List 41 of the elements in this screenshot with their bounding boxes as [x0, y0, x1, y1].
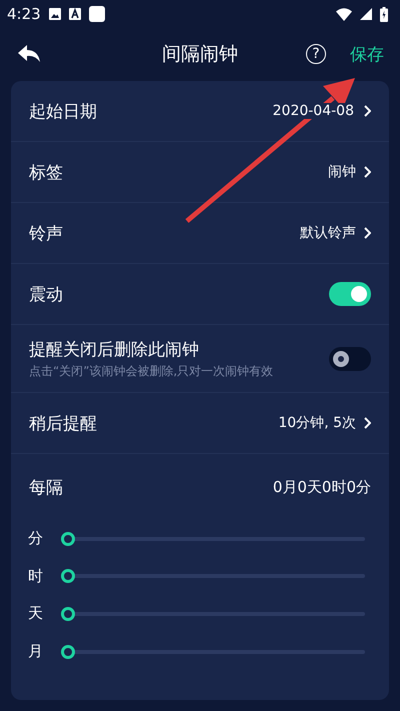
signal-icon [360, 8, 372, 20]
screen-title: 间隔闹钟 [162, 42, 238, 67]
font-icon [68, 8, 81, 20]
interval-label: 每隔 [29, 476, 63, 498]
toggle-switch[interactable] [329, 282, 371, 306]
toggle-switch[interactable] [329, 346, 371, 370]
slider[interactable] [61, 569, 365, 584]
slider-label: 月 [28, 642, 44, 662]
help-button[interactable]: ? [306, 44, 326, 64]
setting-value[interactable]: 10分钟, 5次 [278, 414, 356, 432]
setting-label: 提醒关闭后删除此闹钟 [29, 338, 200, 360]
setting-value[interactable]: 2020-04-08 [270, 103, 356, 119]
save-button[interactable]: 保存 [350, 42, 384, 66]
status-time: 4:23 [7, 5, 41, 23]
chevron-icon [364, 227, 371, 239]
setting-label: 稍后提醒 [29, 412, 98, 434]
setting-label: 铃声 [29, 222, 64, 244]
setting-label: 起始日期 [29, 100, 98, 122]
slider-label: 分 [28, 529, 44, 548]
battery-icon [380, 6, 388, 22]
chevron-icon [364, 166, 371, 178]
chevron-icon [364, 105, 371, 117]
chevron-icon [364, 417, 371, 429]
slider[interactable] [61, 644, 365, 659]
interval-value: 0月0天0时0分 [272, 478, 371, 496]
slider-thumb[interactable] [61, 569, 75, 584]
slider-label: 时 [28, 566, 44, 586]
image-icon [48, 8, 61, 20]
slider-label: 天 [28, 604, 44, 624]
slider-thumb[interactable] [61, 606, 75, 621]
slider[interactable] [61, 606, 365, 621]
wifi-icon [336, 8, 352, 20]
setting-value[interactable]: 默认铃声 [300, 224, 356, 242]
setting-label: 震动 [29, 284, 64, 306]
setting-value[interactable]: 闹钟 [328, 163, 356, 181]
notification-icon [88, 6, 105, 22]
setting-hint: 点击“关闭”该闹钟会被删除,只对一次闹钟有效 [29, 362, 274, 380]
slider-thumb[interactable] [61, 644, 75, 659]
setting-label: 标签 [29, 162, 64, 184]
slider[interactable] [61, 532, 365, 546]
slider-thumb[interactable] [61, 532, 75, 546]
